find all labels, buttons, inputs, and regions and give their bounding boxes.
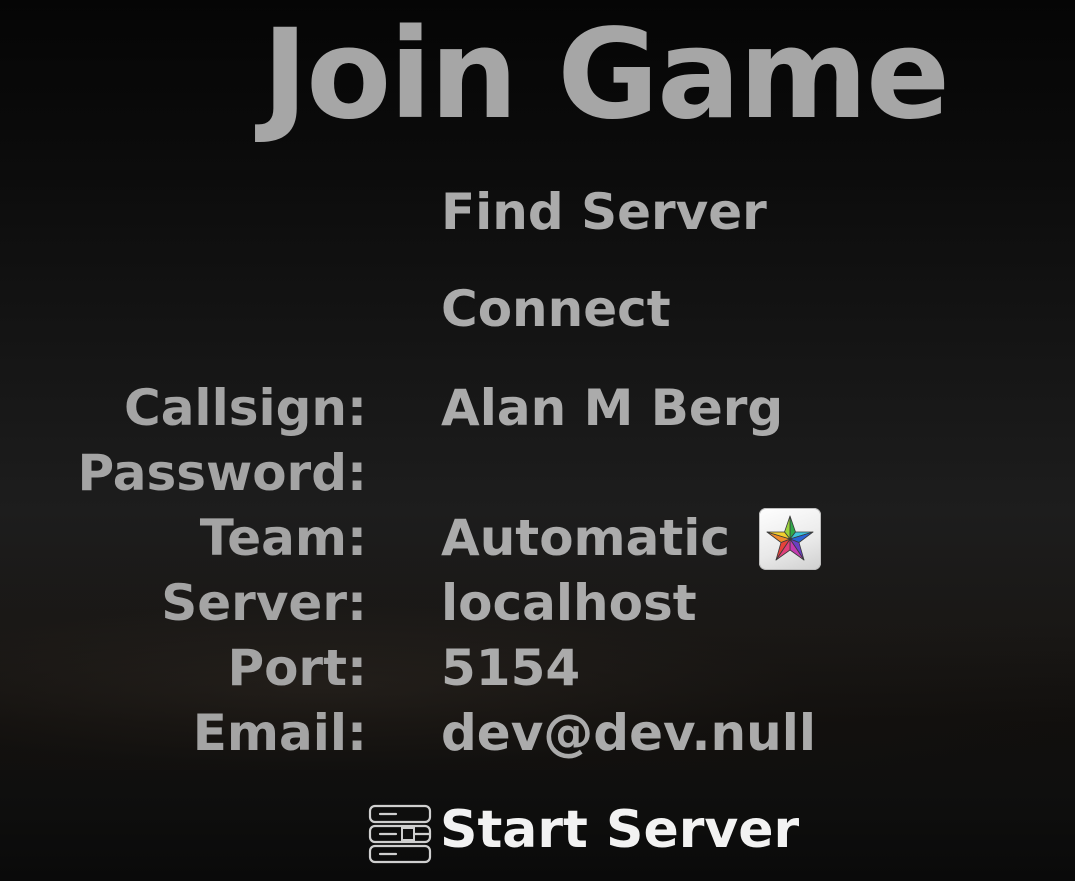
email-label: Email: [192,704,367,762]
password-field[interactable] [441,443,821,503]
page-title: Join Game [262,3,950,147]
server-label: Server: [161,574,367,632]
callsign-field[interactable]: Alan M Berg [441,378,783,438]
server-rack-icon [368,804,432,864]
team-label: Team: [199,509,367,567]
find-server-button[interactable]: Find Server [441,182,767,242]
port-field[interactable]: 5154 [441,638,580,698]
team-selector[interactable]: Automatic [441,508,730,568]
connect-button[interactable]: Connect [441,279,671,339]
email-field[interactable]: dev@dev.null [441,703,816,763]
password-label: Password: [77,444,367,502]
server-field[interactable]: localhost [441,573,697,633]
port-label: Port: [227,639,367,697]
rainbow-star-icon[interactable] [759,508,821,570]
callsign-label: Callsign: [124,379,367,437]
start-server-label: Start Server [440,800,800,860]
